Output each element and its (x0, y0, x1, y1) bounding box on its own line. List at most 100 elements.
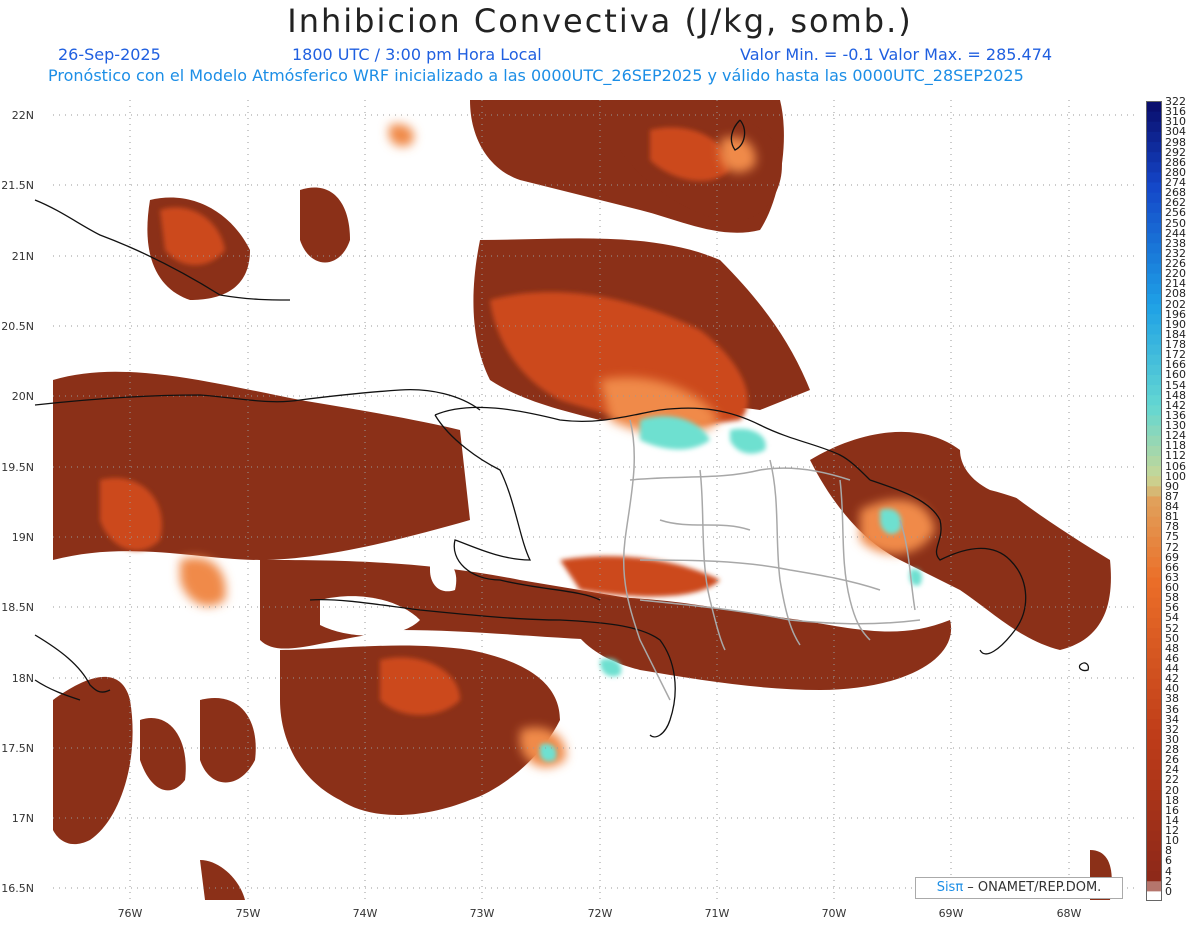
colorbar-swatch (1146, 384, 1162, 396)
colorbar-swatch (1146, 273, 1162, 284)
colorbar-swatch (1146, 749, 1162, 760)
colorbar-label: 112 (1165, 449, 1186, 463)
colorbar-label: 304 (1165, 125, 1186, 139)
colorbar-swatch (1146, 769, 1162, 780)
colorbar-swatch (1146, 242, 1162, 254)
colorbar-swatch (1146, 445, 1162, 456)
colorbar-swatch (1146, 404, 1162, 416)
colorbar-label: 52 (1165, 621, 1179, 635)
colorbar-swatch (1146, 576, 1162, 588)
colorbar-swatch (1146, 678, 1162, 689)
colorbar-swatch (1146, 111, 1162, 122)
colorbar-label: 256 (1165, 206, 1186, 220)
colorbar-swatch (1146, 121, 1162, 132)
lon-label: 72W (587, 907, 613, 920)
colorbar-swatch (1146, 880, 1162, 892)
colorbar-label: 75 (1165, 530, 1179, 544)
colorbar-swatch (1146, 313, 1162, 325)
colorbar-label: 20 (1165, 783, 1179, 797)
colorbar-swatch (1146, 344, 1162, 355)
lon-label: 73W (469, 907, 495, 920)
colorbar-swatch (1146, 151, 1162, 163)
lon-label: 69W (938, 907, 964, 920)
colorbar-swatch (1146, 718, 1162, 730)
colorbar-swatch (1146, 627, 1162, 639)
colorbar-swatch (1146, 840, 1162, 851)
colorbar-swatch (1146, 131, 1162, 143)
colorbar-swatch (1146, 688, 1162, 699)
colorbar-label: 8 (1165, 844, 1172, 858)
colorbar-swatch (1146, 394, 1162, 406)
colorbar-label: 202 (1165, 297, 1186, 311)
colorbar-swatch (1146, 455, 1162, 467)
colorbar-swatch (1146, 708, 1162, 720)
colorbar-label: 36 (1165, 702, 1179, 716)
colorbar-swatch (1146, 425, 1162, 436)
colorbar-swatch (1146, 597, 1162, 608)
colorbar-swatch (1146, 475, 1162, 487)
colorbar-swatch (1146, 738, 1162, 750)
colorbar-swatch (1146, 617, 1162, 629)
colorbar-swatch (1146, 263, 1162, 274)
colorbar-swatch (1146, 232, 1162, 244)
credit-text: – ONAMET/REP.DOM. (963, 880, 1102, 895)
colorbar-label: 322 (1165, 95, 1186, 108)
colorbar-swatch (1146, 526, 1162, 537)
colorbar-swatch (1146, 830, 1162, 841)
colorbar-swatch (1146, 333, 1162, 345)
colorbar-swatch (1146, 101, 1162, 112)
colorbar-swatch (1146, 799, 1162, 811)
colorbar-swatch (1146, 161, 1162, 173)
lon-label: 71W (704, 907, 730, 920)
colorbar-label: 154 (1165, 378, 1186, 392)
colorbar-swatch (1146, 435, 1162, 446)
lon-label: 75W (235, 907, 261, 920)
colorbar-swatch (1146, 647, 1162, 659)
cin-map (34, 100, 1138, 900)
colorbar-swatch (1146, 293, 1162, 305)
colorbar-swatch (1146, 546, 1162, 558)
colorbar-swatch (1146, 485, 1162, 497)
sispi-logo: Sisπ (936, 880, 964, 895)
colorbar-swatch (1146, 668, 1162, 679)
colorbar-swatch (1146, 171, 1162, 183)
colorbar-label: 72 (1165, 540, 1179, 554)
colorbar-label: 298 (1165, 135, 1186, 149)
lat-label: 17.5N (1, 742, 34, 755)
colorbar-swatch (1146, 556, 1162, 568)
colorbar-swatch (1146, 495, 1162, 507)
colorbar-label: 38 (1165, 692, 1179, 706)
lat-label: 19N (11, 531, 34, 544)
colorbar-swatch (1146, 303, 1162, 315)
lat-label: 22N (11, 109, 34, 122)
colorbar-swatch (1146, 566, 1162, 578)
colorbar-swatch (1146, 536, 1162, 548)
colorbar-swatch (1146, 252, 1162, 264)
colorbar-swatch (1146, 860, 1162, 872)
colorbar-swatch (1146, 607, 1162, 618)
colorbar-swatch (1146, 850, 1162, 861)
lon-label: 74W (352, 907, 378, 920)
colorbar-swatch (1146, 414, 1162, 426)
lon-label: 70W (821, 907, 847, 920)
lat-label: 17N (11, 812, 34, 825)
colorbar-swatch (1146, 657, 1162, 669)
colorbar-label: 4 (1165, 864, 1172, 878)
colorbar-swatch (1146, 465, 1162, 477)
colorbar-swatch (1146, 728, 1162, 740)
colorbar-swatch (1146, 182, 1162, 193)
lat-label: 16.5N (1, 882, 34, 895)
colorbar-label: 208 (1165, 287, 1186, 301)
colorbar-label: 22 (1165, 773, 1179, 787)
colorbar-swatch (1146, 212, 1162, 224)
colorbar-swatch (1146, 323, 1162, 335)
colorbar (1146, 101, 1162, 901)
colorbar-swatch (1146, 364, 1162, 375)
colorbar-swatch (1146, 870, 1162, 882)
lat-label: 20.5N (1, 320, 34, 333)
lon-label: 76W (117, 907, 143, 920)
colorbar-swatch (1146, 202, 1162, 213)
colorbar-swatch (1146, 516, 1162, 527)
lat-label: 21.5N (1, 179, 34, 192)
colorbar-label: 54 (1165, 611, 1179, 625)
